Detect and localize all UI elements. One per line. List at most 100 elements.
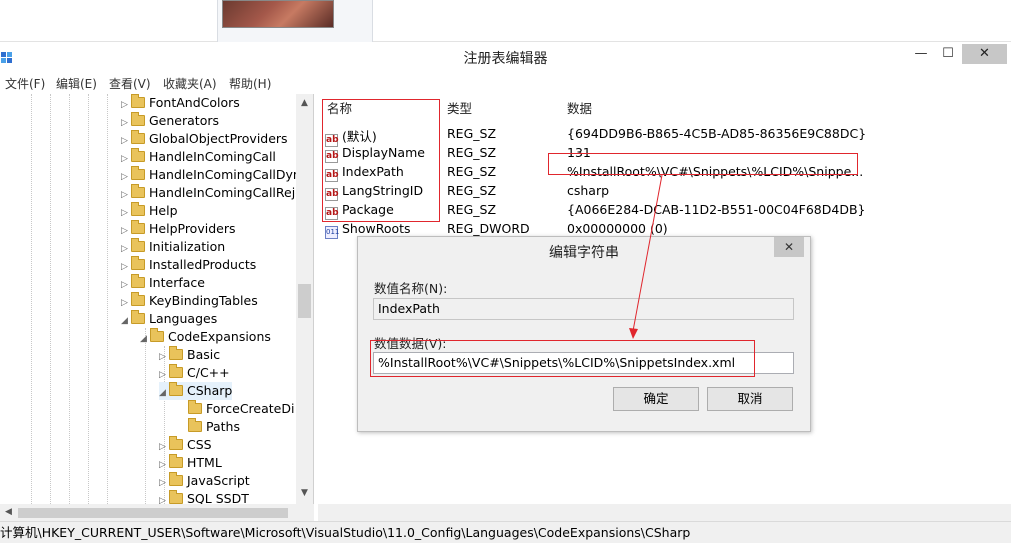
tree-node[interactable]: ▷ Generators xyxy=(121,112,219,130)
scroll-up-arrow-icon[interactable]: ▲ xyxy=(296,95,313,112)
collapse-arrow-icon[interactable]: ◢ xyxy=(121,312,131,330)
folder-icon xyxy=(169,436,183,450)
column-header-type[interactable]: 类型 xyxy=(447,98,472,117)
folder-icon xyxy=(131,238,145,252)
tree-node-label: Initialization xyxy=(149,239,226,254)
thumbnail-image xyxy=(222,0,334,28)
window-title: 注册表编辑器 xyxy=(463,51,548,67)
menu-help[interactable]: 帮助(H) xyxy=(229,75,271,92)
tree-node[interactable]: ▷ GlobalObjectProviders xyxy=(121,130,288,148)
folder-icon xyxy=(131,94,145,108)
tree-node-label: Help xyxy=(149,203,178,218)
collapse-arrow-icon[interactable]: ◢ xyxy=(159,384,169,402)
scroll-down-arrow-icon[interactable]: ▼ xyxy=(296,485,313,502)
tree-node[interactable]: ▷ HandleInComingCallReje xyxy=(121,184,303,202)
column-header-data[interactable]: 数据 xyxy=(567,98,592,117)
annotation-box-names xyxy=(322,99,440,222)
tree-horizontal-scroll-thumb[interactable] xyxy=(18,508,288,518)
folder-icon xyxy=(131,292,145,306)
tree-node[interactable]: ◢ Languages xyxy=(121,310,217,328)
tree-node-label: Languages xyxy=(149,311,218,326)
tree-node[interactable]: ▷ Interface xyxy=(121,274,205,292)
menu-view[interactable]: 查看(V) xyxy=(109,75,151,92)
tree-node[interactable]: ▷ CSS xyxy=(159,436,212,454)
tree-node[interactable]: ▷ InstalledProducts xyxy=(121,256,256,274)
value-type: REG_DWORD xyxy=(447,221,530,236)
cancel-button[interactable]: 取消 xyxy=(707,387,793,411)
scroll-left-arrow-icon[interactable]: ◀ xyxy=(0,504,17,521)
tree-node-label: ForceCreateDi xyxy=(206,401,295,416)
registry-tree[interactable]: ▷ FontAndColors ▷ Generators ▷ GlobalObject… xyxy=(0,94,314,504)
value-type: REG_SZ xyxy=(447,202,497,217)
tree-node[interactable]: ▷ Basic xyxy=(159,346,220,364)
dialog-title: 编辑字符串 xyxy=(549,245,619,261)
value-data: csharp xyxy=(567,183,610,198)
tree-node-label: Basic xyxy=(187,347,221,362)
tree-node[interactable]: Paths xyxy=(188,418,240,436)
tree-node[interactable]: ◢ CodeExpansions xyxy=(140,328,271,346)
tree-node[interactable]: ▷ HelpProviders xyxy=(121,220,235,238)
folder-icon xyxy=(169,346,183,360)
list-horizontal-scrollbar[interactable] xyxy=(318,504,1011,521)
annotation-box-dialog-data xyxy=(370,340,755,377)
expand-arrow-icon[interactable]: ▷ xyxy=(159,492,169,504)
ok-button[interactable]: 确定 xyxy=(613,387,699,411)
tree-node-label: HandleInComingCallReje xyxy=(149,185,303,200)
collapse-arrow-icon[interactable]: ◢ xyxy=(140,330,150,348)
tree-node[interactable]: ▷ HTML xyxy=(159,454,222,472)
folder-icon xyxy=(131,256,145,270)
tree-node-label: HTML xyxy=(187,455,222,470)
value-data: {A066E284-DCAB-11D2-B551-00C04F68D4DB} xyxy=(567,202,866,217)
annotation-box-data xyxy=(548,153,858,175)
folder-icon xyxy=(131,130,145,144)
value-name-field[interactable]: IndexPath xyxy=(373,298,794,320)
tree-node-label: KeyBindingTables xyxy=(149,293,258,308)
folder-icon xyxy=(188,400,202,414)
dialog-close-button[interactable]: ✕ xyxy=(774,237,804,257)
folder-icon xyxy=(131,274,145,288)
close-button[interactable]: ✕ xyxy=(962,44,1007,64)
tree-node[interactable]: ▷ C/C++ xyxy=(159,364,230,382)
menu-bar xyxy=(0,72,1011,94)
tree-node[interactable]: ▷ HandleInComingCallDyn xyxy=(121,166,301,184)
tree-node[interactable]: ▷ HandleInComingCall xyxy=(121,148,276,166)
tree-node-label: JavaScript xyxy=(187,473,250,488)
folder-icon xyxy=(131,166,145,180)
folder-icon xyxy=(169,490,183,504)
tree-node-label: InstalledProducts xyxy=(149,257,257,272)
tree-node-label: C/C++ xyxy=(187,365,230,380)
status-bar: 计算机\HKEY_CURRENT_USER\Software\Microsoft… xyxy=(0,521,1011,543)
tree-node-label: HandleInComingCallDyn xyxy=(149,167,301,182)
folder-icon xyxy=(169,472,183,486)
tree-node[interactable]: ForceCreateDi xyxy=(188,400,294,418)
folder-icon xyxy=(131,184,145,198)
tree-node[interactable]: ▷ JavaScript xyxy=(159,472,250,490)
folder-icon xyxy=(131,310,145,324)
menu-favorites[interactable]: 收藏夹(A) xyxy=(163,75,217,92)
status-path: 计算机\HKEY_CURRENT_USER\Software\Microsoft… xyxy=(0,525,691,540)
minimize-button[interactable]: — xyxy=(908,44,934,64)
menu-file[interactable]: 文件(F) xyxy=(5,75,45,92)
folder-icon xyxy=(150,328,164,342)
value-data: 0x00000000 (0) xyxy=(567,221,668,236)
tree-node-label: FontAndColors xyxy=(149,95,240,110)
tree-node[interactable]: ▷ Help xyxy=(121,202,178,220)
tree-node[interactable]: ▷ FontAndColors xyxy=(121,94,240,112)
value-type: REG_SZ xyxy=(447,164,497,179)
tree-node[interactable]: ▷ Initialization xyxy=(121,238,225,256)
value-type: REG_SZ xyxy=(447,145,497,160)
tree-node[interactable]: ▷ SQL SSDT xyxy=(159,490,249,504)
maximize-button[interactable]: ☐ xyxy=(934,44,962,64)
tree-node-selected[interactable]: ◢ CSharp xyxy=(159,382,233,402)
binary-value-icon: 011 xyxy=(325,226,339,239)
folder-icon xyxy=(169,454,183,468)
bottom-strip xyxy=(0,543,1011,554)
folder-icon xyxy=(131,148,145,162)
tree-node[interactable]: ▷ KeyBindingTables xyxy=(121,292,258,310)
tree-scroll-thumb[interactable] xyxy=(298,284,311,318)
tree-node-label: HandleInComingCall xyxy=(149,149,276,164)
menu-edit[interactable]: 编辑(E) xyxy=(56,75,97,92)
folder-icon xyxy=(169,364,183,378)
tree-node-label: CSharp xyxy=(187,383,233,398)
folder-icon xyxy=(131,112,145,126)
